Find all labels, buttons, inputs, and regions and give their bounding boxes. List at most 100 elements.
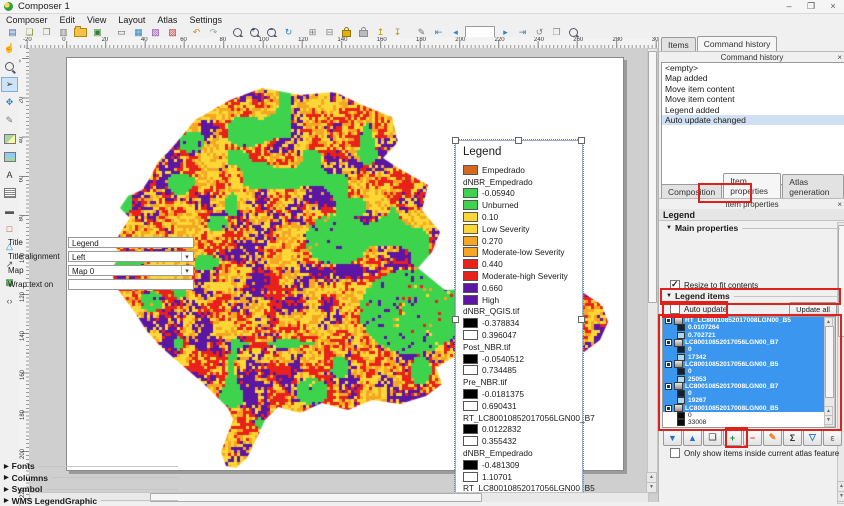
legend-swatch [463, 472, 478, 482]
title-alignment-combo[interactable]: Left [68, 251, 194, 262]
add-legend-icon[interactable] [1, 185, 18, 200]
tab-items[interactable]: Items [661, 37, 696, 51]
atlas-next-icon[interactable]: ▸ [498, 27, 513, 38]
menu-view[interactable]: View [81, 15, 112, 25]
maximize-icon[interactable]: ❐ [800, 1, 822, 12]
legend-row: Unburned [463, 199, 580, 211]
menu-layout[interactable]: Layout [112, 15, 151, 25]
atlas-export-icon[interactable]: ❐ [549, 27, 564, 38]
atlas-last-icon[interactable]: ⇥ [515, 27, 530, 38]
legend-row: RT_LC80010852017056LGN00_B7 [463, 412, 580, 424]
count-symbols-button[interactable]: Σ [783, 429, 802, 446]
legend-row: dNBR_QGIS.tif [463, 306, 580, 318]
duplicate-composer-icon[interactable]: ❐ [39, 27, 54, 38]
menu-bar: ComposerEditViewLayoutAtlasSettings [0, 14, 844, 26]
section-wms-legendgraphic[interactable]: ▶WMS LegendGraphic [4, 496, 178, 506]
ungroup-items-icon[interactable]: ⊟ [322, 27, 337, 38]
unlock-items-icon[interactable] [356, 27, 371, 38]
move-item-up-button[interactable]: ▲ [683, 429, 702, 446]
chevron-down-icon: ▼ [666, 225, 672, 231]
selection-handle[interactable] [578, 137, 585, 144]
history-item[interactable]: Move item content [662, 94, 844, 104]
menu-edit[interactable]: Edit [54, 15, 82, 25]
tab-command-history[interactable]: Command history [697, 36, 778, 51]
new-composer-icon[interactable]: ❏ [22, 27, 37, 38]
section-symbol[interactable]: ▶Symbol [4, 484, 178, 494]
section-columns[interactable]: ▶Columns [4, 473, 178, 483]
undo-icon[interactable]: ↶ [189, 27, 204, 38]
save-template-icon[interactable]: ▣ [90, 27, 105, 38]
section-main-properties[interactable]: ▼ Main properties [666, 223, 840, 233]
add-image-icon[interactable] [1, 149, 18, 164]
zoom-tool-icon[interactable] [1, 59, 18, 74]
export-pdf-icon[interactable]: ▨ [165, 27, 180, 38]
add-group-button[interactable]: ❏ [703, 429, 722, 446]
filter-by-expression-button[interactable]: ε [823, 429, 842, 446]
filter-legend-by-map-icon: ▽ [809, 432, 816, 443]
history-item[interactable]: Map added [662, 73, 844, 83]
legend-swatch [463, 271, 478, 281]
move-item-content-icon[interactable]: ✥ [1, 95, 18, 110]
tab-atlas-generation[interactable]: Atlas generation [782, 174, 844, 198]
save-project-icon[interactable]: ▤ [5, 27, 20, 38]
select-move-item-icon[interactable]: ➢ [1, 77, 18, 92]
title-field[interactable]: Legend [68, 237, 194, 248]
atlas-first-icon[interactable]: ⇤ [431, 27, 446, 38]
history-item[interactable]: <empty> [662, 63, 844, 73]
command-history-list[interactable]: <empty>Map addedMove item contentMove it… [661, 62, 844, 185]
composer-manager-icon[interactable]: ▥ [56, 27, 71, 38]
close-icon[interactable]: × [822, 1, 844, 12]
ruler-label: 60 [19, 176, 24, 183]
atlas-settings-icon[interactable]: ✎ [414, 27, 429, 38]
menu-composer[interactable]: Composer [0, 15, 54, 25]
add-scalebar-icon[interactable]: ▬ [1, 203, 18, 218]
wrap-text-field[interactable] [68, 279, 194, 290]
atlas-preview-icon[interactable]: ↺ [532, 27, 547, 38]
zoom-out-icon [267, 28, 276, 37]
zoom-out-icon[interactable] [264, 27, 279, 38]
atlas-filter-checkbox[interactable] [670, 448, 680, 458]
atlas-prev-icon[interactable]: ◂ [448, 27, 463, 38]
raise-items-icon[interactable]: ↥ [373, 27, 388, 38]
zoom-region-icon[interactable] [566, 27, 581, 38]
add-label-icon[interactable]: A [1, 167, 18, 182]
add-map-icon[interactable] [1, 131, 18, 146]
add-html-frame-icon[interactable]: ‹› [1, 293, 18, 308]
zoom-full-icon[interactable] [230, 27, 245, 38]
load-template-icon[interactable] [73, 27, 88, 38]
print-icon[interactable]: ▭ [114, 27, 129, 38]
pan-tool-icon[interactable]: ☝ [1, 41, 18, 56]
selection-handle[interactable] [515, 137, 522, 144]
canvas-vscrollbar[interactable] [647, 48, 658, 494]
menu-atlas[interactable]: Atlas [151, 15, 183, 25]
redo-icon[interactable]: ↷ [206, 27, 221, 38]
history-item[interactable]: Move item content [662, 84, 844, 94]
minimize-icon[interactable]: – [778, 1, 800, 12]
menu-settings[interactable]: Settings [183, 15, 228, 25]
legend-swatch [463, 295, 478, 305]
history-item[interactable]: Legend added [662, 105, 844, 115]
group-items-icon[interactable]: ⊞ [305, 27, 320, 38]
ruler-label: 120 [20, 292, 26, 302]
section-fonts[interactable]: ▶Fonts [4, 461, 178, 471]
edit-nodes-item-icon[interactable]: ✎ [1, 113, 18, 128]
history-item[interactable]: Auto update changed [662, 115, 844, 125]
move-item-down-button[interactable]: ▼ [663, 429, 682, 446]
export-image-icon[interactable]: ▦ [131, 27, 146, 38]
selection-handle[interactable] [452, 316, 459, 323]
export-svg-icon[interactable]: ▧ [148, 27, 163, 38]
filter-legend-by-map-button[interactable]: ▽ [803, 429, 822, 446]
selection-handle[interactable] [452, 137, 459, 144]
ruler-label: 160 [377, 37, 387, 43]
map-combo[interactable]: Map 0 [68, 265, 194, 276]
selection-handle[interactable] [578, 316, 585, 323]
lock-items-icon[interactable] [339, 27, 354, 38]
zoom-in-icon[interactable] [247, 27, 262, 38]
edit-item-button[interactable]: ✎ [763, 429, 782, 446]
lower-items-icon[interactable]: ↧ [390, 27, 405, 38]
refresh-view-icon[interactable]: ↻ [281, 27, 296, 38]
ruler-label: 280 [613, 37, 623, 43]
add-shape-icon[interactable]: □ [1, 221, 18, 236]
legend-composer-item[interactable]: Legend EmpedradodNBR_Empedrado-0.05940Un… [455, 140, 583, 499]
scroll-down-icon[interactable]: ▼ [837, 491, 844, 502]
